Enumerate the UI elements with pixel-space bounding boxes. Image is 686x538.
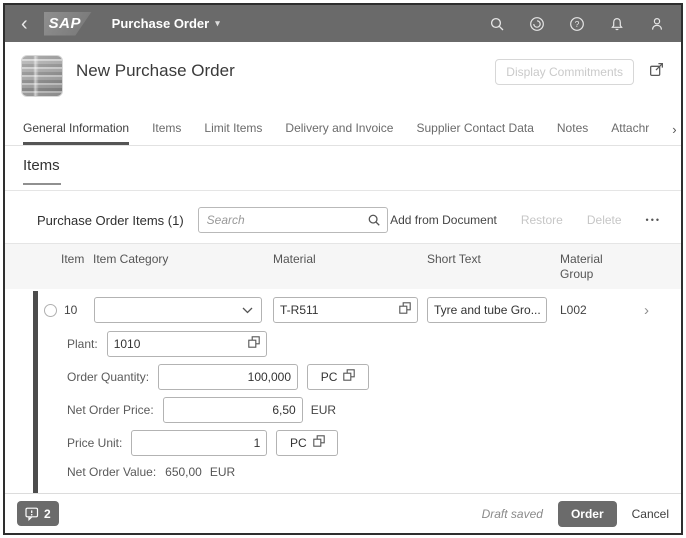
app-title-text: Purchase Order <box>111 16 210 31</box>
table-row: 10 L002 › Plant: Order Quantity: <box>5 289 681 521</box>
search-input[interactable] <box>206 213 367 227</box>
draft-status-text: Draft saved <box>481 506 543 521</box>
display-commitments-button: Display Commitments <box>495 59 634 85</box>
add-from-document-button[interactable]: Add from Document <box>390 213 497 227</box>
tab-general-information[interactable]: General Information <box>23 121 130 145</box>
search-icon[interactable] <box>367 213 381 227</box>
value-help-icon[interactable] <box>247 335 260 353</box>
order-quantity-label: Order Quantity: <box>67 370 150 384</box>
search-icon[interactable] <box>489 16 505 32</box>
user-avatar-icon[interactable] <box>649 16 665 32</box>
messages-button[interactable]: 2 <box>17 501 59 526</box>
section-underline <box>23 183 61 185</box>
items-section-header: Items <box>5 146 681 191</box>
restore-button: Restore <box>520 213 563 227</box>
price-unit-uom-field: PC <box>276 430 339 456</box>
footer-bar: 2 Draft saved Order Cancel <box>5 493 681 533</box>
sap-logo[interactable]: SAP <box>43 11 92 36</box>
table-title: Purchase Order Items (1) <box>37 212 184 228</box>
notifications-bell-icon[interactable] <box>609 16 625 32</box>
order-quantity-unit-field: PC <box>307 364 370 390</box>
share-icon[interactable] <box>648 61 665 83</box>
tab-supplier-contact-data[interactable]: Supplier Contact Data <box>416 121 533 145</box>
row-radio-button[interactable] <box>44 303 57 317</box>
app-title-menu[interactable]: Purchase Order ▾ <box>112 16 220 31</box>
net-order-value-currency: EUR <box>209 465 236 479</box>
material-field <box>273 297 418 323</box>
value-help-icon[interactable] <box>312 434 325 452</box>
material-group-value: L002 <box>560 303 587 317</box>
unit-value: PC <box>320 370 338 384</box>
chevron-down-icon <box>242 301 253 319</box>
plant-input[interactable] <box>113 337 242 351</box>
product-thumbnail-image <box>21 55 63 97</box>
message-bubble-icon <box>25 507 39 521</box>
value-help-icon[interactable] <box>343 368 356 386</box>
page-title: New Purchase Order <box>76 61 235 80</box>
chevron-down-icon: ▾ <box>215 18 220 28</box>
cancel-button[interactable]: Cancel <box>632 507 669 521</box>
order-button[interactable]: Order <box>557 500 617 527</box>
price-unit-input[interactable] <box>138 436 261 450</box>
order-quantity-field <box>158 364 299 390</box>
table-header-row: Item Item Category Material Short Text M… <box>5 244 681 289</box>
back-icon[interactable]: ‹ <box>21 14 28 34</box>
tab-limit-items[interactable]: Limit Items <box>204 121 262 145</box>
svg-text:?: ? <box>575 19 580 29</box>
item-number: 10 <box>64 303 78 317</box>
column-item: Item <box>61 252 85 266</box>
plant-label: Plant: <box>67 337 98 351</box>
net-order-price-input[interactable] <box>169 403 296 417</box>
row-navigation-chevron-icon[interactable]: › <box>644 302 649 319</box>
object-page-header: New Purchase Order Display Commitments <box>5 42 681 116</box>
message-count: 2 <box>44 506 51 521</box>
row-highlight-bar <box>33 291 38 514</box>
net-order-value: 650,00 <box>165 465 202 479</box>
net-order-value-label: Net Order Value: <box>67 465 157 479</box>
net-order-price-label: Net Order Price: <box>67 403 154 417</box>
app-window: ‹ SAP Purchase Order ▾ ? New Purchase Or… <box>3 3 683 535</box>
shell-bar: ‹ SAP Purchase Order ▾ ? <box>5 5 681 42</box>
value-help-icon[interactable] <box>399 301 411 319</box>
plant-field <box>106 331 267 357</box>
overflow-menu-icon[interactable]: ••• <box>646 215 661 225</box>
short-text-input[interactable] <box>434 303 540 317</box>
table-search-box <box>197 207 388 233</box>
tab-overflow-right-icon[interactable]: › <box>672 122 676 145</box>
tab-attachments[interactable]: Attachr <box>611 121 649 145</box>
copilot-icon[interactable] <box>529 16 545 32</box>
price-unit-label: Price Unit: <box>67 436 123 450</box>
currency-label: EUR <box>310 403 337 417</box>
tab-delivery-and-invoice[interactable]: Delivery and Invoice <box>285 121 393 145</box>
column-material-group: Material Group <box>560 252 603 281</box>
items-table-toolbar: Purchase Order Items (1) Add from Docume… <box>5 191 681 243</box>
net-order-price-field <box>162 397 303 423</box>
delete-button: Delete <box>586 213 622 227</box>
column-item-category: Item Category <box>93 252 169 266</box>
tab-items[interactable]: Items <box>152 121 181 145</box>
anchor-tab-bar: General Information Items Limit Items De… <box>5 116 681 146</box>
help-icon[interactable]: ? <box>569 16 585 32</box>
material-input[interactable] <box>280 303 393 317</box>
item-category-select[interactable] <box>94 297 262 323</box>
price-unit-field <box>131 430 268 456</box>
tab-notes[interactable]: Notes <box>557 121 588 145</box>
section-title: Items <box>23 157 60 174</box>
column-material: Material <box>273 252 316 266</box>
unit-value: PC <box>290 436 307 450</box>
short-text-field <box>427 297 547 323</box>
order-quantity-input[interactable] <box>165 370 292 384</box>
column-short-text: Short Text <box>427 252 481 266</box>
